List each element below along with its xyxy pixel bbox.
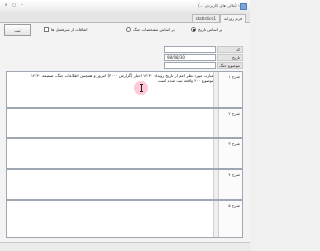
maximize-button[interactable]: □ — [10, 2, 18, 8]
close-button[interactable]: ✕ — [2, 2, 10, 8]
tab-statistics[interactable]: statistics1 — [191, 14, 220, 22]
app-window: (... مالی های کاربردی) ۱ ✕ □ – فرم روزان… — [0, 0, 250, 251]
by-date-radio[interactable] — [191, 27, 196, 32]
app-icon — [240, 3, 247, 10]
description-scrollbar[interactable] — [213, 72, 218, 107]
title-label: موضوع جنگ — [217, 62, 243, 69]
by-specs-label: بر اساس مشخصات جنگ — [133, 27, 175, 32]
by-date-label: بر اساس تاریخ — [198, 27, 223, 32]
minimize-button[interactable]: – — [18, 2, 26, 8]
text-cursor-icon — [140, 84, 143, 92]
date-label: تاریخ — [217, 54, 243, 61]
description-row[interactable]: شرح ۴ — [6, 169, 243, 200]
description-scrollbar[interactable] — [213, 109, 218, 137]
description-scrollbar[interactable] — [213, 139, 218, 168]
description-row[interactable]: شرح ۵ — [6, 200, 243, 238]
description-label: شرح ۳ — [218, 139, 242, 168]
window-title: (... مالی های کاربردی) ۱ — [198, 3, 240, 8]
code-input[interactable] — [164, 46, 216, 53]
description-label: شرح ۴ — [218, 170, 242, 199]
code-label: کد — [217, 46, 243, 53]
description-row[interactable]: شرح ۳ — [6, 138, 243, 169]
description-row[interactable]: شرح ۲ — [6, 108, 243, 138]
description-scrollbar[interactable] — [213, 201, 218, 237]
submit-button[interactable]: ثبت — [4, 24, 31, 36]
title-input[interactable] — [164, 62, 216, 69]
description-label: شرح ۵ — [218, 201, 242, 237]
description-label: شرح ۱ — [218, 72, 242, 107]
events-checkbox-label: اتفاقات از سرفصل ها — [51, 27, 88, 32]
by-specs-radio[interactable] — [126, 27, 131, 32]
events-checkbox[interactable] — [44, 27, 49, 32]
description-text: عبارت مورد نظر اعم از تاریخ رویداد ۱۴:۳۰… — [30, 73, 214, 83]
description-row[interactable]: شرح ۱ عبارت مورد نظر اعم از تاریخ رویداد… — [6, 71, 243, 108]
date-input[interactable]: 98/08/30 — [164, 54, 216, 61]
description-scrollbar[interactable] — [213, 170, 218, 199]
description-label: شرح ۲ — [218, 109, 242, 137]
tab-daily-form[interactable]: فرم روزانه — [219, 14, 246, 23]
tab-strip: فرم روزانه statistics1 — [0, 12, 250, 23]
